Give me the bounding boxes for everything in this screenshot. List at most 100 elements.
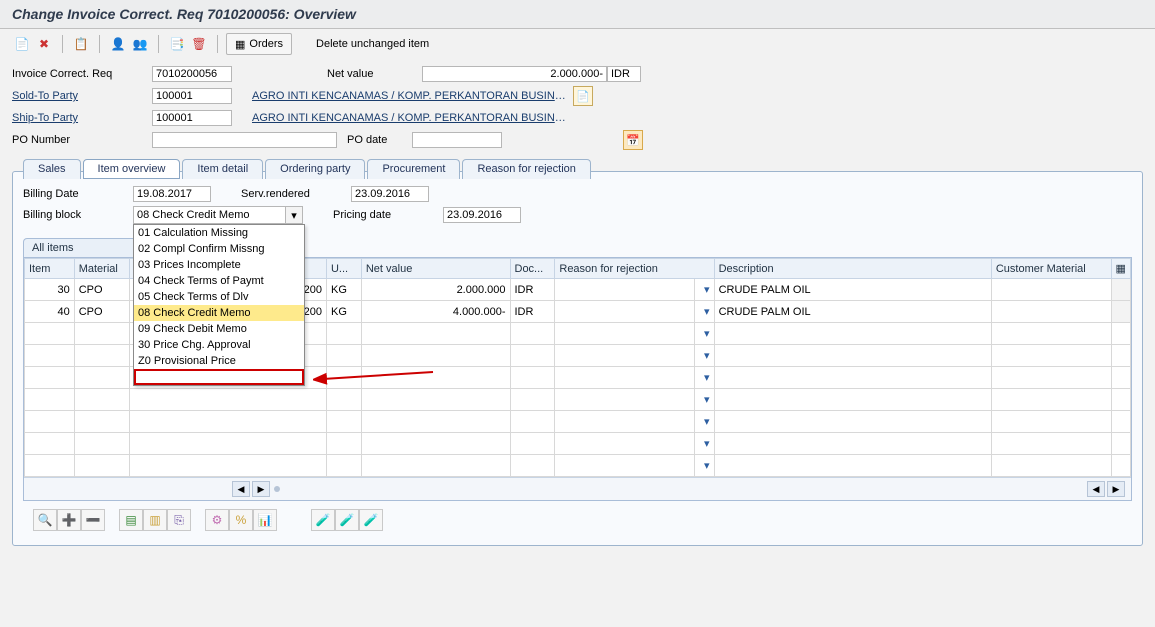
tab-item-detail[interactable]: Item detail xyxy=(182,159,263,179)
ship-to-description[interactable]: AGRO INTI KENCANAMAS / KOMP. PERKANTORAN… xyxy=(252,112,567,124)
billing-block-option[interactable]: 02 Compl Confirm Missng xyxy=(134,241,304,257)
tab-ordering-party[interactable]: Ordering party xyxy=(265,159,365,179)
reason-dropdown-icon[interactable]: ▾ xyxy=(694,367,714,389)
reason-dropdown-icon[interactable]: ▾ xyxy=(694,345,714,367)
scroll-left-icon[interactable]: ◀ xyxy=(232,481,250,497)
application-toolbar: 📄 ✖ 📋 👤 👥 📑 🗑 ▦ Orders Delete unchanged … xyxy=(0,29,1155,59)
billing-block-label: Billing block xyxy=(23,209,133,221)
tabstrip-container: Sales Item overview Item detail Ordering… xyxy=(12,171,1143,546)
tab-sales[interactable]: Sales xyxy=(23,159,81,179)
header-person-icon[interactable]: 👤 xyxy=(108,34,128,54)
billing-block-dropdown[interactable]: 08 Check Credit Memo ▾ xyxy=(133,206,303,224)
col-item[interactable]: Item xyxy=(25,259,75,279)
delete-row-icon[interactable]: ➖ xyxy=(81,509,105,531)
col-net-value[interactable]: Net value xyxy=(361,259,510,279)
col-material[interactable]: Material xyxy=(74,259,129,279)
scroll-left2-icon[interactable]: ◀ xyxy=(1087,481,1105,497)
billing-block-option[interactable]: 04 Check Terms of Paymt xyxy=(134,273,304,289)
col-uom[interactable]: U... xyxy=(326,259,361,279)
serv-rendered-field[interactable] xyxy=(351,186,429,202)
po-number-label: PO Number xyxy=(12,134,152,146)
pricing-date-field[interactable] xyxy=(443,207,521,223)
schedule-icon[interactable]: 📊 xyxy=(253,509,277,531)
tab-item-overview[interactable]: Item overview xyxy=(83,159,181,179)
grid-toolbar: 🔍 ➕ ➖ ▤ ▥ ⎘ ⚙ % 📊 🧪 🧪 🧪 xyxy=(23,501,1132,537)
serv-rendered-label: Serv.rendered xyxy=(241,188,351,200)
net-value-label: Net value xyxy=(327,68,392,80)
chevron-down-icon: ▾ xyxy=(285,207,302,223)
delete-icon[interactable]: 🗑 xyxy=(189,34,209,54)
billing-block-option[interactable]: 08 Check Credit Memo xyxy=(134,305,304,321)
billing-date-label: Billing Date xyxy=(23,188,133,200)
reason-dropdown-icon[interactable]: ▾ xyxy=(694,411,714,433)
doc-type-label: Invoice Correct. Req xyxy=(12,68,152,80)
po-detail-icon[interactable]: 📅 xyxy=(623,130,643,150)
col-reason[interactable]: Reason for rejection xyxy=(555,259,714,279)
billing-date-field[interactable] xyxy=(133,186,211,202)
delete-unchanged-button[interactable]: Delete unchanged item xyxy=(310,36,435,52)
display-document-icon[interactable]: 📄 xyxy=(12,34,32,54)
col-description[interactable]: Description xyxy=(714,259,991,279)
po-date-label: PO date xyxy=(347,134,412,146)
reason-dropdown-icon[interactable]: ▾ xyxy=(694,455,714,477)
billing-block-option[interactable]: Z0 Provisional Price xyxy=(134,353,304,369)
deselect-all-icon[interactable]: ▥ xyxy=(143,509,167,531)
select-all-icon[interactable]: ▤ xyxy=(119,509,143,531)
col-cust-material[interactable]: Customer Material xyxy=(991,259,1111,279)
table-row[interactable]: ▾ xyxy=(25,389,1131,411)
grid-horizontal-scroll: ◀ ▶ ◀ ▶ xyxy=(24,477,1131,500)
ship-to-label: Ship-To Party xyxy=(12,112,152,124)
billing-block-option[interactable]: 05 Check Terms of Dlv xyxy=(134,289,304,305)
pricing-date-label: Pricing date xyxy=(333,209,443,221)
orders-label: Orders xyxy=(249,38,283,50)
partner-icon[interactable]: 👥 xyxy=(130,34,150,54)
sold-to-field[interactable] xyxy=(152,88,232,104)
doc-number-field[interactable] xyxy=(152,66,232,82)
billing-block-option[interactable]: 09 Check Debit Memo xyxy=(134,321,304,337)
tab-reason-for-rejection[interactable]: Reason for rejection xyxy=(462,159,590,179)
reason-dropdown-icon[interactable]: ▾ xyxy=(694,301,714,323)
variant2-icon[interactable]: 🧪 xyxy=(335,509,359,531)
scroll-right2-icon[interactable]: ▶ xyxy=(1107,481,1125,497)
header-form: Invoice Correct. Req Net value IDR Sold-… xyxy=(0,59,1155,153)
billing-block-dropdown-list: 01 Calculation Missing02 Compl Confirm M… xyxy=(133,224,305,386)
billing-block-option[interactable]: 03 Prices Incomplete xyxy=(134,257,304,273)
copy-icon[interactable]: 📑 xyxy=(167,34,187,54)
sold-to-description[interactable]: AGRO INTI KENCANAMAS / KOMP. PERKANTORAN… xyxy=(252,90,567,102)
table-row[interactable]: ▾ xyxy=(25,455,1131,477)
reason-dropdown-icon[interactable]: ▾ xyxy=(694,389,714,411)
col-doc-curr[interactable]: Doc... xyxy=(510,259,555,279)
copy-rows-icon[interactable]: ⎘ xyxy=(167,509,191,531)
table-row[interactable]: ▾ xyxy=(25,411,1131,433)
sold-to-label: Sold-To Party xyxy=(12,90,152,102)
configure-icon[interactable]: ⚙ xyxy=(205,509,229,531)
net-value-field xyxy=(422,66,607,82)
check-icon[interactable]: ✖ xyxy=(34,34,54,54)
detail-icon[interactable]: 🔍 xyxy=(33,509,57,531)
page-title: Change Invoice Correct. Req 7010200056: … xyxy=(0,0,1155,29)
col-config-icon[interactable]: ▦ xyxy=(1111,259,1130,279)
po-number-field[interactable] xyxy=(152,132,337,148)
table-row[interactable]: ▾ xyxy=(25,433,1131,455)
insert-row-icon[interactable]: ➕ xyxy=(57,509,81,531)
tab-body-item-overview: Billing Date Serv.rendered Billing block… xyxy=(13,186,1142,537)
document-detail-icon[interactable]: 📄 xyxy=(573,86,593,106)
net-value-currency: IDR xyxy=(607,66,641,82)
tab-procurement[interactable]: Procurement xyxy=(367,159,460,179)
document-icon[interactable]: 📋 xyxy=(71,34,91,54)
po-date-field[interactable] xyxy=(412,132,502,148)
orders-button[interactable]: ▦ Orders xyxy=(226,33,292,55)
reason-dropdown-icon[interactable]: ▾ xyxy=(694,433,714,455)
reason-dropdown-icon[interactable]: ▾ xyxy=(694,323,714,345)
variant3-icon[interactable]: 🧪 xyxy=(359,509,383,531)
conditions-icon[interactable]: % xyxy=(229,509,253,531)
variant1-icon[interactable]: 🧪 xyxy=(311,509,335,531)
billing-block-option[interactable]: 01 Calculation Missing xyxy=(134,225,304,241)
tabstrip: Sales Item overview Item detail Ordering… xyxy=(23,159,1152,179)
ship-to-field[interactable] xyxy=(152,110,232,126)
scroll-right-icon[interactable]: ▶ xyxy=(252,481,270,497)
grid-icon: ▦ xyxy=(235,38,245,51)
reason-dropdown-icon[interactable]: ▾ xyxy=(694,279,714,301)
billing-block-option-blank[interactable] xyxy=(134,369,304,385)
billing-block-option[interactable]: 30 Price Chg. Approval xyxy=(134,337,304,353)
